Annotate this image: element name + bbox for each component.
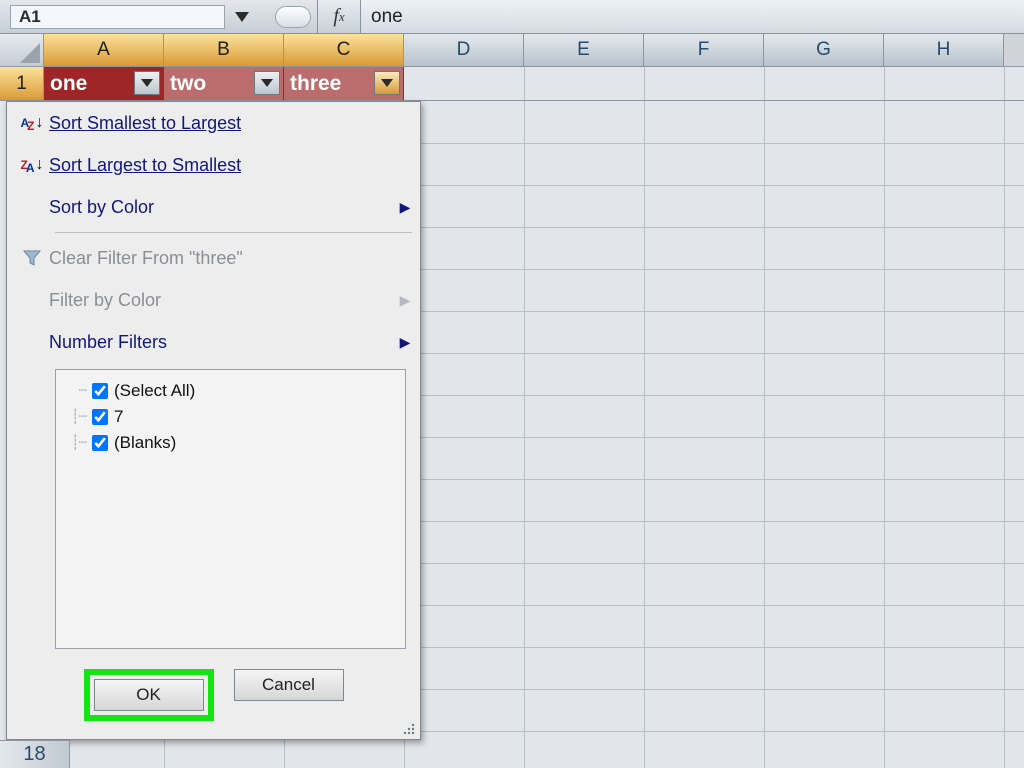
filter-dropdown-B[interactable] bbox=[254, 71, 280, 95]
name-box[interactable]: A1 bbox=[10, 5, 225, 29]
col-header-H[interactable]: H bbox=[884, 34, 1004, 66]
filter-values-panel: ┈ (Select All) ┊┈ 7 ┊┈ (Blanks) bbox=[55, 369, 406, 649]
sort-desc-label: Sort Largest to Smallest bbox=[49, 155, 241, 176]
column-headers: A B C D E F G H bbox=[0, 34, 1024, 67]
resize-grip-icon[interactable] bbox=[402, 722, 416, 736]
filter-menu: AZ↓ Sort Smallest to Largest ZA↓ Sort La… bbox=[6, 101, 421, 740]
checkbox-blanks[interactable] bbox=[92, 435, 108, 451]
submenu-arrow-icon: ▶ bbox=[390, 292, 420, 309]
name-box-dropdown-icon[interactable] bbox=[229, 5, 255, 29]
sort-by-color-label: Sort by Color bbox=[49, 197, 154, 218]
formula-bar: A1 fx one bbox=[0, 0, 1024, 34]
checkbox-value-7[interactable] bbox=[92, 409, 108, 425]
col-header-D[interactable]: D bbox=[404, 34, 524, 66]
submenu-arrow-icon: ▶ bbox=[390, 334, 420, 351]
checkbox-select-all[interactable] bbox=[92, 383, 108, 399]
row-header-1[interactable]: 1 bbox=[0, 67, 44, 100]
sort-asc-icon: AZ↓ bbox=[15, 114, 49, 132]
spreadsheet-grid: A B C D E F G H 1 one two three bbox=[0, 34, 1024, 768]
col-header-E[interactable]: E bbox=[524, 34, 644, 66]
check-select-all[interactable]: ┈ (Select All) bbox=[66, 378, 395, 404]
insert-function-oval[interactable] bbox=[275, 6, 311, 28]
col-header-B[interactable]: B bbox=[164, 34, 284, 66]
filter-by-color-label: Filter by Color bbox=[49, 290, 161, 311]
filter-dropdown-C[interactable] bbox=[374, 71, 400, 95]
sort-asc[interactable]: AZ↓ Sort Smallest to Largest bbox=[7, 102, 420, 144]
ok-button[interactable]: OK bbox=[94, 679, 204, 711]
check-blanks[interactable]: ┊┈ (Blanks) bbox=[66, 430, 395, 456]
cell-A1-text: one bbox=[50, 72, 87, 96]
sort-by-color[interactable]: Sort by Color ▶ bbox=[7, 186, 420, 228]
clear-filter-label: Clear Filter From "three" bbox=[49, 248, 243, 269]
cell-B1[interactable]: two bbox=[164, 67, 284, 100]
sort-asc-label: Sort Smallest to Largest bbox=[49, 113, 241, 134]
cell-B1-text: two bbox=[170, 72, 206, 96]
check-value-7[interactable]: ┊┈ 7 bbox=[66, 404, 395, 430]
col-header-A[interactable]: A bbox=[44, 34, 164, 66]
row-header-18[interactable]: 18 bbox=[0, 740, 70, 768]
ok-highlight: OK bbox=[84, 669, 214, 721]
fx-button[interactable]: fx bbox=[317, 0, 361, 33]
cancel-button[interactable]: Cancel bbox=[234, 669, 344, 701]
clear-filter: Clear Filter From "three" bbox=[7, 237, 420, 279]
number-filters[interactable]: Number Filters ▶ bbox=[7, 321, 420, 363]
submenu-arrow-icon: ▶ bbox=[390, 199, 420, 216]
filter-button-row: OK Cancel bbox=[7, 659, 420, 739]
col-header-C[interactable]: C bbox=[284, 34, 404, 66]
sort-desc-icon: ZA↓ bbox=[15, 156, 49, 174]
check-select-all-label: (Select All) bbox=[114, 381, 195, 401]
col-header-G[interactable]: G bbox=[764, 34, 884, 66]
row1-empty bbox=[404, 67, 1024, 100]
number-filters-label: Number Filters bbox=[49, 332, 167, 353]
cell-C1-text: three bbox=[290, 72, 341, 96]
check-blanks-label: (Blanks) bbox=[114, 433, 176, 453]
sort-desc[interactable]: ZA↓ Sort Largest to Smallest bbox=[7, 144, 420, 186]
check-value-7-label: 7 bbox=[114, 407, 123, 427]
filter-dropdown-A[interactable] bbox=[134, 71, 160, 95]
select-all-corner[interactable] bbox=[0, 34, 44, 66]
row-1: 1 one two three bbox=[0, 67, 1024, 101]
col-header-F[interactable]: F bbox=[644, 34, 764, 66]
name-box-wrap: A1 bbox=[0, 0, 317, 33]
filter-by-color: Filter by Color ▶ bbox=[7, 279, 420, 321]
clear-filter-icon bbox=[15, 249, 49, 267]
fx-sub: x bbox=[339, 9, 345, 25]
cell-A1[interactable]: one bbox=[44, 67, 164, 100]
formula-input[interactable]: one bbox=[361, 0, 1024, 33]
menu-separator bbox=[55, 232, 412, 233]
cell-C1[interactable]: three bbox=[284, 67, 404, 100]
